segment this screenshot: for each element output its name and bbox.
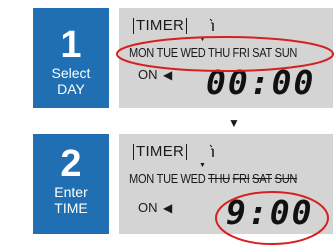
person-icon (209, 18, 217, 35)
day-sat[interactable]: SAT (252, 45, 272, 60)
timer-label: TIMER (133, 18, 188, 34)
step-label-line1: Enter (54, 184, 88, 200)
day-tue[interactable]: TUE (157, 171, 179, 186)
day-thu[interactable]: THU (208, 171, 230, 186)
day-sun[interactable]: SUN (275, 45, 298, 60)
day-sat[interactable]: SAT (252, 171, 272, 186)
person-icon (209, 144, 217, 161)
step-label-line2: DAY (57, 81, 85, 97)
day-fri[interactable]: FRI (233, 171, 250, 186)
selected-day-marker-icon: ▼ (199, 162, 206, 169)
on-label: ON (138, 67, 158, 82)
step-1-box: 1 Select DAY (33, 8, 109, 108)
day-row: MON TUE WED THU FRI SAT SUN (129, 171, 300, 186)
time-display[interactable]: 9:00 (226, 195, 313, 231)
left-triangle-icon: ◀ (163, 68, 173, 82)
on-label: ON (138, 200, 158, 215)
day-row: MON TUE WED THU FRI SAT SUN (129, 45, 300, 60)
down-triangle-icon: ▼ (228, 116, 240, 130)
timer-label: TIMER (133, 144, 188, 160)
step-2-box: 2 Enter TIME (33, 134, 109, 234)
day-mon[interactable]: MON (129, 45, 154, 60)
lcd-panel-1: TIMER ▼ MON TUE WED THU FRI SAT SUN ON ◀ 00:00 (119, 8, 333, 108)
step-label-line1: Select (51, 65, 91, 81)
day-mon[interactable]: MON (129, 171, 154, 186)
step-number: 2 (60, 143, 82, 185)
left-triangle-icon: ◀ (163, 201, 173, 215)
day-fri[interactable]: FRI (233, 45, 250, 60)
time-display[interactable]: 00:00 (206, 65, 315, 101)
step-number: 1 (60, 24, 82, 66)
selected-day-marker-icon: ▼ (199, 36, 206, 43)
day-tue[interactable]: TUE (157, 45, 179, 60)
day-wed[interactable]: WED (180, 171, 205, 186)
day-thu[interactable]: THU (208, 45, 230, 60)
day-sun[interactable]: SUN (275, 171, 298, 186)
step-label-line2: TIME (54, 200, 88, 216)
day-wed[interactable]: WED (180, 45, 205, 60)
lcd-panel-2: TIMER ▼ MON TUE WED THU FRI SAT SUN ON ◀ 9:00 (119, 134, 333, 234)
